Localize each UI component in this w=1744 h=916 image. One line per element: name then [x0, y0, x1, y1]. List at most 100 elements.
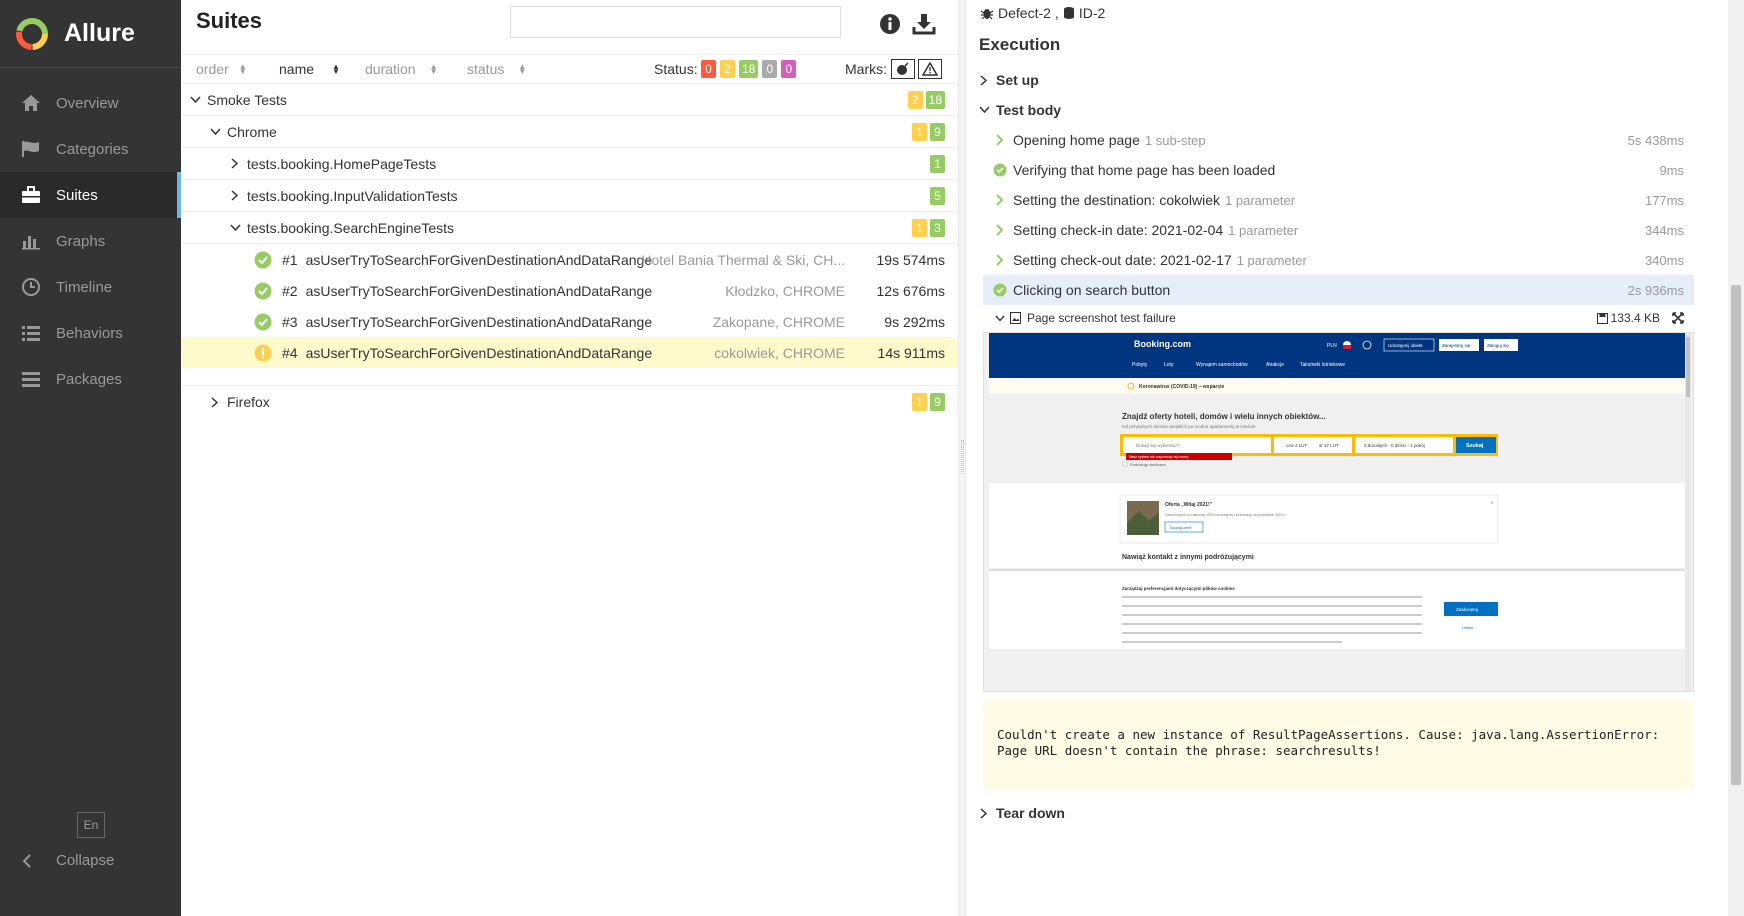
list-icon [20, 322, 42, 344]
passed-count-badge: 9 [930, 122, 945, 141]
ss-checkin: czw 4 LUT [1286, 443, 1308, 448]
ss-nav-2: Wynajem samochodów [1196, 362, 1248, 368]
allure-logo-icon [16, 17, 48, 50]
tms-link[interactable]: ID-2 [1079, 5, 1105, 21]
tree-node-smoke-tests[interactable]: Smoke Tests 2 18 [181, 84, 960, 116]
search-input[interactable] [510, 6, 841, 38]
collapse-button[interactable]: Collapse [22, 852, 114, 869]
test-case-row[interactable]: #2 asUserTryToSearchForGivenDestinationA… [181, 275, 960, 306]
step-row[interactable]: Verifying that home page has been loaded… [983, 155, 1694, 185]
passed-status-icon [254, 282, 272, 299]
ss-nav-4: Taksówki lotniskowe [1300, 362, 1345, 368]
chevron-down-icon [209, 127, 221, 136]
new-failed-mark-toggle[interactable] [918, 59, 942, 79]
passed-count-badge: 5 [930, 186, 945, 205]
sidebar-item-graphs[interactable]: Graphs [0, 218, 181, 264]
sort-duration[interactable]: duration ▲ ▼ [365, 61, 438, 77]
passed-status-icon [254, 251, 272, 268]
marks-filter-label: Marks: [845, 61, 887, 77]
download-icon[interactable] [912, 12, 936, 36]
passed-count-badge: 9 [930, 393, 945, 411]
error-message: Couldn't create a new instance of Result… [983, 700, 1694, 789]
broken-count-badge: 2 [907, 90, 923, 109]
test-params: cokolwiek, CHROME [714, 344, 845, 361]
attachment-row[interactable]: Page screenshot test failure 133.4 KB [983, 306, 1694, 330]
status-skipped-toggle[interactable]: 0 [762, 60, 778, 78]
chevron-right-icon [229, 158, 241, 169]
ss-cookie-link: Ustaw [1462, 625, 1473, 630]
test-case-row[interactable]: #3 asUserTryToSearchForGivenDestinationA… [181, 306, 960, 337]
step-row[interactable]: Setting check-in date: 2021-02-04 1 para… [983, 215, 1694, 245]
sidebar-item-label: Packages [56, 370, 122, 388]
node-counts: 2 18 [907, 90, 945, 109]
defect-link[interactable]: Defect-2 [998, 5, 1051, 21]
step-row-selected[interactable]: Clicking on search button 2s 936ms [983, 275, 1694, 305]
test-links: Defect-2 , ID-2 [980, 5, 1105, 21]
step-duration: 177ms [1644, 192, 1684, 208]
sidebar-item-timeline[interactable]: Timeline [0, 264, 181, 310]
status-unknown-toggle[interactable]: 0 [781, 60, 797, 78]
sort-status[interactable]: status ▲ ▼ [467, 61, 526, 77]
flaky-mark-toggle[interactable] [891, 59, 915, 79]
test-case-row[interactable]: #1 asUserTryToSearchForGivenDestinationA… [181, 244, 960, 275]
ss-offer-text: Zaoszczędź co najmniej 20% na kolejnej r… [1165, 513, 1287, 517]
pane-splitter[interactable] [958, 0, 966, 916]
step-duration: 344ms [1644, 222, 1684, 238]
ss-search: Szukaj [1466, 443, 1484, 449]
sidebar-item-label: Overview [56, 94, 119, 112]
bomb-icon [897, 62, 909, 75]
suites-tree: Smoke Tests 2 18 Chrome 19 tests.booking.… [181, 84, 960, 418]
sidebar-item-overview[interactable]: Overview [0, 80, 181, 126]
collapse-label: Collapse [56, 852, 115, 869]
sort-name[interactable]: name ▲ ▼ [279, 61, 340, 77]
status-failed-toggle[interactable]: 0 [701, 60, 716, 78]
step-row[interactable]: Opening home page 1 sub-step 5s 438ms [983, 125, 1694, 155]
link-separator: , [1054, 5, 1059, 21]
tree-spacer [181, 368, 960, 386]
step-name: Opening home page [1013, 132, 1140, 148]
tree-node-label: tests.booking.InputValidationTests [247, 187, 458, 204]
step-name: Setting check-out date: 2021-02-17 [1013, 252, 1232, 268]
tree-node-search-engine-tests[interactable]: tests.booking.SearchEngineTests 13 [181, 212, 960, 244]
step-meta: 1 sub-step [1144, 132, 1206, 148]
tree-node-firefox[interactable]: Firefox 19 [181, 386, 960, 418]
clock-icon [20, 276, 42, 298]
sort-order[interactable]: order ▲ ▼ [196, 61, 247, 77]
sidebar-item-packages[interactable]: Packages [0, 356, 181, 402]
ss-checkout: śr 17 LUT [1319, 443, 1339, 448]
ss-brand: Booking.com [1134, 339, 1191, 349]
step-row[interactable]: Setting check-out date: 2021-02-17 1 par… [983, 245, 1694, 275]
detail-scrollbar[interactable] [1728, 0, 1744, 916]
brand[interactable]: Allure [0, 0, 181, 68]
language-button[interactable]: En [77, 812, 105, 838]
brand-name: Allure [64, 19, 135, 47]
step-meta: 1 parameter [1236, 252, 1307, 268]
expand-icon[interactable] [1672, 312, 1684, 324]
test-params: Kłodzko, CHROME [725, 282, 845, 299]
step-name: Setting check-in date: 2021-02-04 [1013, 222, 1224, 238]
tree-node-chrome[interactable]: Chrome 19 [181, 116, 960, 148]
tree-node-input-validation-tests[interactable]: tests.booking.InputValidationTests 5 [181, 180, 960, 212]
ss-offer-button: Szukaj ofert [1170, 525, 1192, 530]
chevron-right-icon [993, 133, 1007, 147]
screenshot-preview[interactable]: Booking.com PLN Udostępnij obiekt Zareje… [983, 332, 1694, 692]
setup-section[interactable]: Set up [978, 72, 1039, 88]
status-broken-toggle[interactable]: 2 [720, 60, 735, 78]
info-icon[interactable] [878, 12, 902, 36]
sidebar-item-categories[interactable]: Categories [0, 126, 181, 172]
scrollbar-thumb[interactable] [1731, 285, 1741, 785]
tree-node-home-page-tests[interactable]: tests.booking.HomePageTests 1 [181, 148, 960, 180]
status-passed-toggle[interactable]: 18 [739, 60, 759, 78]
section-label: Set up [996, 72, 1039, 88]
execution-title: Execution [979, 35, 1061, 54]
sidebar-item-behaviors[interactable]: Behaviors [0, 310, 181, 356]
test-case-row-selected[interactable]: #4 asUserTryToSearchForGivenDestinationA… [181, 337, 960, 368]
sidebar-item-suites[interactable]: Suites [0, 172, 181, 218]
sort-status-label: status [467, 61, 505, 77]
ss-btn-2: Zarejestruj się [1442, 343, 1471, 348]
teardown-section[interactable]: Tear down [978, 805, 1065, 821]
test-name: asUserTryToSearchForGivenDestinationAndD… [305, 251, 653, 268]
marks-filter [891, 59, 942, 79]
test-body-section[interactable]: Test body [978, 102, 1061, 118]
step-row[interactable]: Setting the destination: cokolwiek 1 par… [983, 185, 1694, 215]
